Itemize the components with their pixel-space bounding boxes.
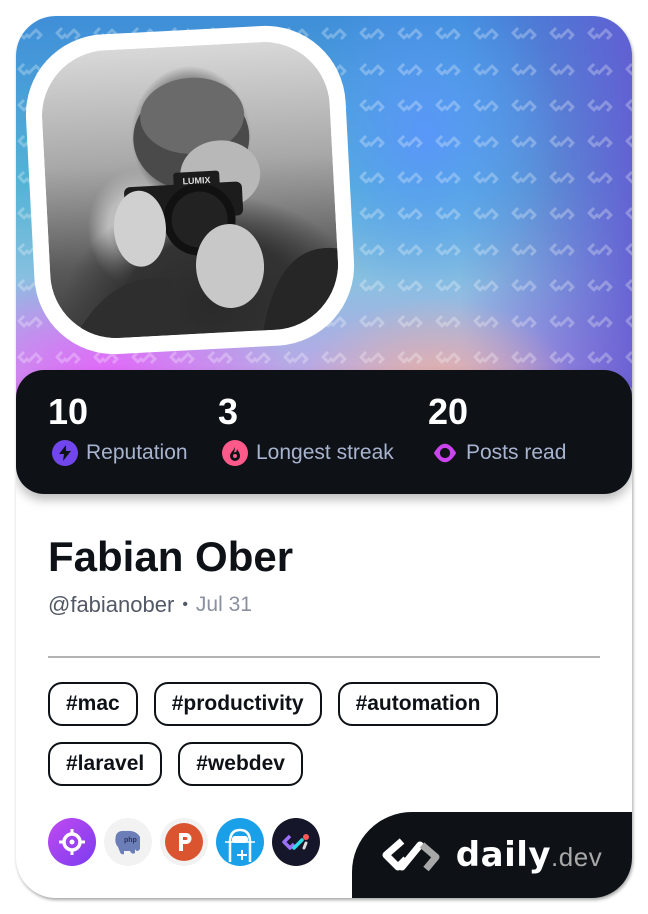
tag-chip[interactable]: #laravel xyxy=(48,742,163,786)
tag-chip[interactable]: #webdev xyxy=(178,742,303,786)
stats-bar: 10 Reputation 3 Longest streak 20 Posts … xyxy=(16,370,632,494)
cover-background: LUMIX xyxy=(16,16,632,396)
php-source-icon[interactable]: php xyxy=(104,818,152,866)
daily-dev-source-icon[interactable] xyxy=(272,818,320,866)
stat-posts-read: 20 Posts read xyxy=(428,392,566,466)
astronaut-source-icon[interactable] xyxy=(216,818,264,866)
profile-date: Jul 31 xyxy=(195,593,252,616)
eye-icon xyxy=(432,440,458,466)
stat-label: Posts read xyxy=(466,441,567,464)
avatar-frame: LUMIX xyxy=(21,21,359,359)
stat-label: Longest streak xyxy=(256,441,394,464)
profile-name: Fabian Ober xyxy=(48,533,294,580)
meta-separator: • xyxy=(182,596,188,613)
source-list: php xyxy=(48,818,320,866)
brand-tld: .dev xyxy=(551,842,603,872)
brand-word: daily xyxy=(455,835,552,875)
stat-longest-streak: 3 Longest streak xyxy=(218,392,394,466)
divider xyxy=(48,656,600,658)
crosshair-source-icon[interactable] xyxy=(48,818,96,866)
profile-card: LUMIX 10 Reputation 3 Longest streak 20 … xyxy=(16,16,632,898)
product-hunt-source-icon[interactable] xyxy=(160,818,208,866)
brand-name: daily.dev xyxy=(456,835,602,875)
lightning-icon xyxy=(52,440,78,466)
daily-dev-branding: daily.dev xyxy=(352,812,632,898)
svg-text:php: php xyxy=(124,837,137,844)
avatar-photo-illustration: LUMIX xyxy=(73,77,342,341)
stat-label: Reputation xyxy=(86,441,188,464)
stat-value: 3 xyxy=(218,391,239,432)
tag-chip[interactable]: #automation xyxy=(337,682,499,726)
profile-handle: @fabianober xyxy=(48,592,175,617)
avatar: LUMIX xyxy=(38,38,342,342)
stat-value: 20 xyxy=(428,391,469,432)
profile-meta: @fabianober • Jul 31 xyxy=(48,592,252,618)
tag-chip[interactable]: #productivity xyxy=(153,682,322,726)
flame-icon xyxy=(222,440,248,466)
tag-list: #mac #productivity #automation #laravel … xyxy=(48,682,588,786)
stat-reputation: 10 Reputation xyxy=(48,392,188,466)
tag-chip[interactable]: #mac xyxy=(48,682,138,726)
daily-dev-logo-icon xyxy=(382,838,440,872)
stat-value: 10 xyxy=(48,391,89,432)
